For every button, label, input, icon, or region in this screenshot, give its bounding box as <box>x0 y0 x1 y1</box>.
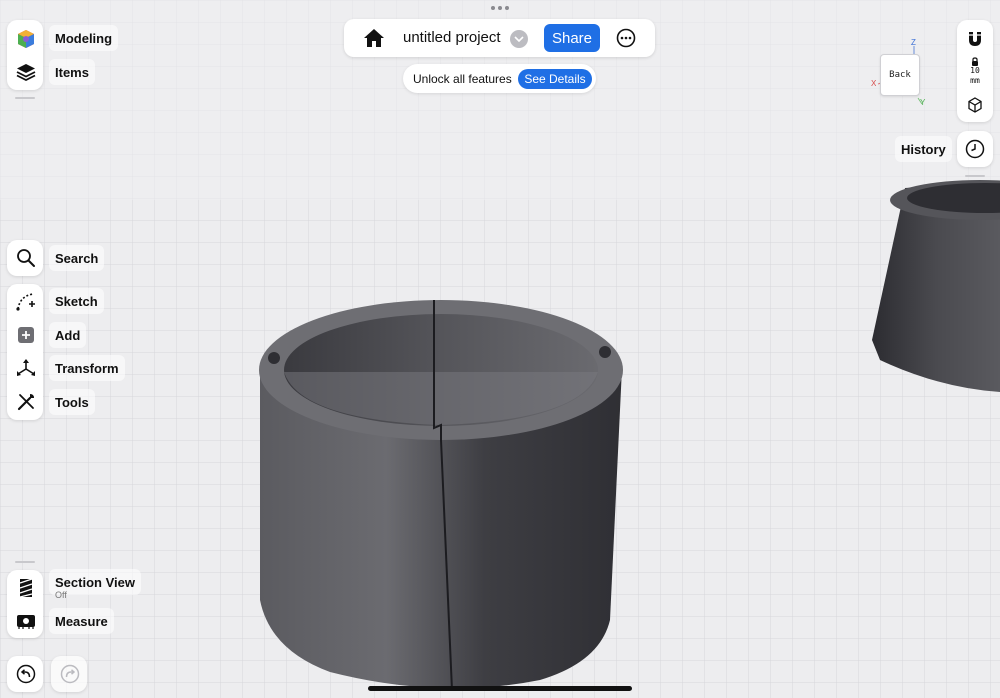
share-button[interactable]: Share <box>544 24 600 52</box>
axis-y-label: Y <box>920 98 926 107</box>
modeling-label[interactable]: Modeling <box>49 25 119 51</box>
history-label[interactable]: History <box>895 136 952 162</box>
modeling-button[interactable] <box>11 24 41 54</box>
redo-button[interactable] <box>55 659 85 689</box>
section-view-icon <box>19 578 33 598</box>
cylinder-model <box>259 300 623 691</box>
sketch-button[interactable] <box>11 286 41 316</box>
view-cube-face[interactable]: Back <box>880 54 920 96</box>
add-label[interactable]: Add <box>49 322 87 348</box>
modeling-cube-icon <box>18 30 34 48</box>
view-mode-button[interactable] <box>960 92 990 118</box>
view-cube[interactable]: Back Z X Y <box>868 38 932 110</box>
magnet-icon <box>969 32 981 46</box>
lock-icon <box>972 57 978 66</box>
sketch-icon <box>16 293 35 311</box>
sketch-label[interactable]: Sketch <box>49 288 104 314</box>
more-icon <box>616 28 636 48</box>
view-cube-face-label: Back <box>889 70 911 80</box>
tools-label[interactable]: Tools <box>49 389 95 415</box>
project-toolbar: untitled project Share <box>344 19 655 57</box>
home-button[interactable] <box>362 27 386 49</box>
see-details-button[interactable]: See Details <box>518 69 592 89</box>
tools-icon <box>17 394 34 411</box>
toolbar-separator <box>15 561 35 563</box>
more-button[interactable] <box>616 28 636 48</box>
measure-icon <box>17 615 35 629</box>
toolbar-separator <box>965 175 985 177</box>
home-indicator <box>368 686 632 691</box>
transform-icon <box>17 359 35 376</box>
project-menu-button[interactable] <box>510 30 528 48</box>
items-button[interactable] <box>11 57 41 87</box>
search-button[interactable] <box>11 243 41 273</box>
axis-x-label: X <box>871 79 877 88</box>
measure-button[interactable] <box>11 606 41 636</box>
clock-icon <box>965 139 985 159</box>
items-label[interactable]: Items <box>49 59 95 85</box>
cube-view-icon <box>968 97 982 113</box>
transform-button[interactable] <box>11 353 41 383</box>
layers-icon <box>16 64 36 81</box>
home-icon <box>364 29 384 47</box>
undo-icon <box>16 664 36 684</box>
grid-size-button[interactable]: 10 mm <box>960 57 990 89</box>
toolbar-separator <box>15 97 35 99</box>
undo-button[interactable] <box>11 659 41 689</box>
axis-z-label: Z <box>911 38 916 47</box>
history-button[interactable] <box>960 134 990 164</box>
grid-size-value: 10 <box>970 66 980 75</box>
add-button[interactable] <box>11 320 41 350</box>
upgrade-banner: Unlock all features See Details <box>403 64 596 93</box>
tools-button[interactable] <box>11 387 41 417</box>
measure-label[interactable]: Measure <box>49 608 114 634</box>
snap-button[interactable] <box>960 25 990 53</box>
banner-text: Unlock all features <box>413 72 512 86</box>
search-icon <box>17 249 35 267</box>
drag-handle[interactable] <box>490 6 510 14</box>
add-icon <box>18 327 34 343</box>
transform-label[interactable]: Transform <box>49 355 125 381</box>
chevron-down-icon <box>514 36 524 42</box>
grid-size-unit: mm <box>970 76 980 85</box>
section-view-state: Off <box>55 590 67 600</box>
project-name[interactable]: untitled project <box>403 29 501 46</box>
redo-icon <box>60 664 80 684</box>
viewport-canvas[interactable] <box>0 0 1000 698</box>
search-label[interactable]: Search <box>49 245 105 271</box>
section-view-button[interactable] <box>11 573 41 603</box>
